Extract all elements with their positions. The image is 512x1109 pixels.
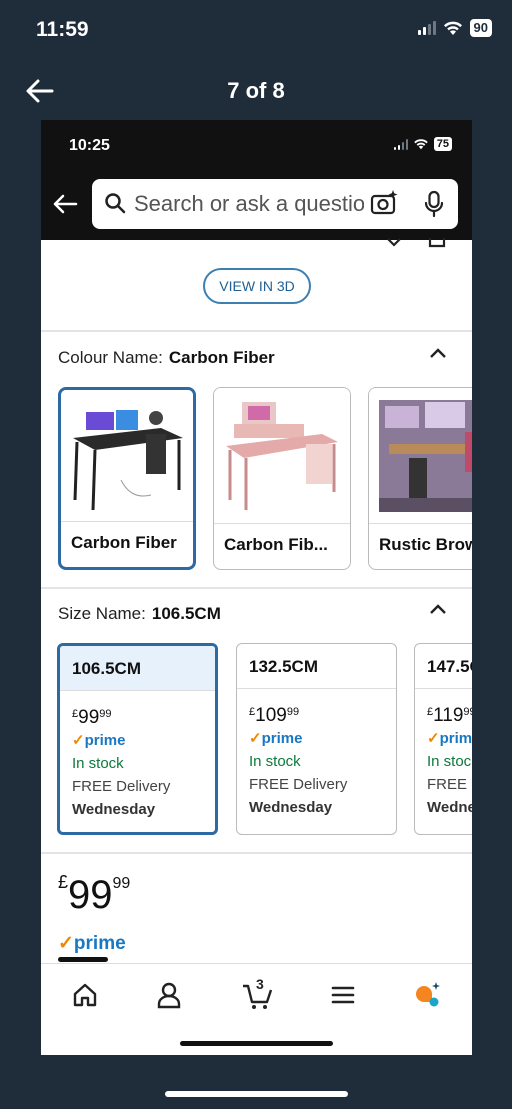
inner-clock: 10:25 [69,137,110,154]
size-option-price: £9999 [72,707,112,728]
size-option-price: £10999 [249,705,300,726]
rufus-assistant-icon[interactable] [412,980,442,1010]
device-clock: 11:59 [36,18,89,41]
size-name-label: Size Name: 106.5CM [58,604,221,623]
colour-option-rustic-brown[interactable]: Rustic Brown [368,387,472,570]
signal-icon [417,21,436,35]
delivery-day: Wednesday [72,801,156,818]
desk-thumbnail-image [214,388,350,524]
share-icon [428,238,446,248]
delivery-day: Wednesday [427,799,472,816]
delivery-text: FREE Delivery [249,776,348,793]
image-counter: 7 of 8 [227,78,285,103]
microphone-icon[interactable] [423,190,445,218]
battery-icon: 90 [469,19,492,37]
colour-option-carbon-fiber[interactable]: Carbon Fiber [58,387,196,570]
prime-badge: ✓prime [427,730,472,747]
view-in-3d-button[interactable]: VIEW IN 3D [203,268,311,304]
room-thumbnail-image [369,388,472,524]
inner-wifi-icon [414,139,428,150]
device-status-bar: 11:59 90 [0,0,512,60]
colour-selected-value: Carbon Fiber [168,348,275,367]
stock-status: In stock [249,753,301,770]
search-input[interactable]: Search or ask a question [92,179,458,229]
cart-count-badge: 3 [256,976,264,992]
inner-status-icons: 75 [393,137,452,151]
size-selected-value: 106.5CM [151,604,221,623]
home-indicator [180,1041,333,1046]
camera-search-icon[interactable] [369,188,399,218]
delivery-text: FREE Delivery [72,778,171,795]
search-icon [105,193,126,214]
image-viewer-bar: 7 of 8 [0,66,512,118]
size-option-name: 132.5CM [237,644,396,689]
desk-thumbnail-image [61,390,193,526]
inner-battery-icon: 75 [433,137,452,151]
chevron-down-icon [387,238,401,247]
prime-badge: ✓prime [249,730,303,747]
chevron-up-icon[interactable] [429,602,447,616]
cut-off-icons [386,238,446,248]
size-option-price: £11999 [427,705,472,726]
back-arrow-icon[interactable] [51,190,79,218]
size-option-106-5cm[interactable]: 106.5CM £9999 ✓prime In stock FREE Deliv… [57,643,218,835]
divider [41,330,472,332]
size-option-name: 147.5CM [415,644,472,689]
search-placeholder: Search or ask a question [134,191,364,216]
stock-status: In stock [427,753,472,770]
prime-badge: ✓prime [72,732,126,749]
bottom-tab-bar: 3 [41,963,472,1055]
delivery-text: FREE Delivery [427,776,472,793]
product-price: £9999 [58,872,131,917]
colour-name-label: Colour Name: Carbon Fiber [58,348,275,367]
size-option-132-5cm[interactable]: 132.5CM £10999 ✓prime In stock FREE Deli… [236,643,397,835]
inner-signal-icon [393,138,408,150]
delivery-day: Wednesday [249,799,333,816]
wifi-icon [443,21,462,35]
screenshot-image: 10:25 75 Search or ask a question VIEW I… [41,120,472,1055]
prime-badge: ✓prime [58,933,126,954]
cart-icon[interactable]: 3 [241,976,275,1010]
colour-option-name: Carbon Fib... [214,523,350,569]
size-option-147-5cm[interactable]: 147.5CM £11999 ✓prime In stock FREE Deli… [414,643,472,835]
stock-status: In stock [72,755,124,772]
menu-icon[interactable] [328,980,358,1010]
amazon-header: 10:25 75 Search or ask a question [41,120,472,240]
divider [41,852,472,854]
size-option-name: 106.5CM [60,646,215,691]
account-icon[interactable] [154,980,184,1010]
divider [41,587,472,589]
colour-option-name: Carbon Fiber [61,521,193,567]
device-home-indicator [165,1091,348,1097]
scroll-indicator [58,957,108,962]
colour-option-name: Rustic Brown [369,523,472,569]
home-icon[interactable] [70,980,100,1010]
device-status-icons: 90 [417,19,492,37]
colour-option-pink[interactable]: Carbon Fib... [213,387,351,570]
chevron-up-icon[interactable] [429,346,447,360]
